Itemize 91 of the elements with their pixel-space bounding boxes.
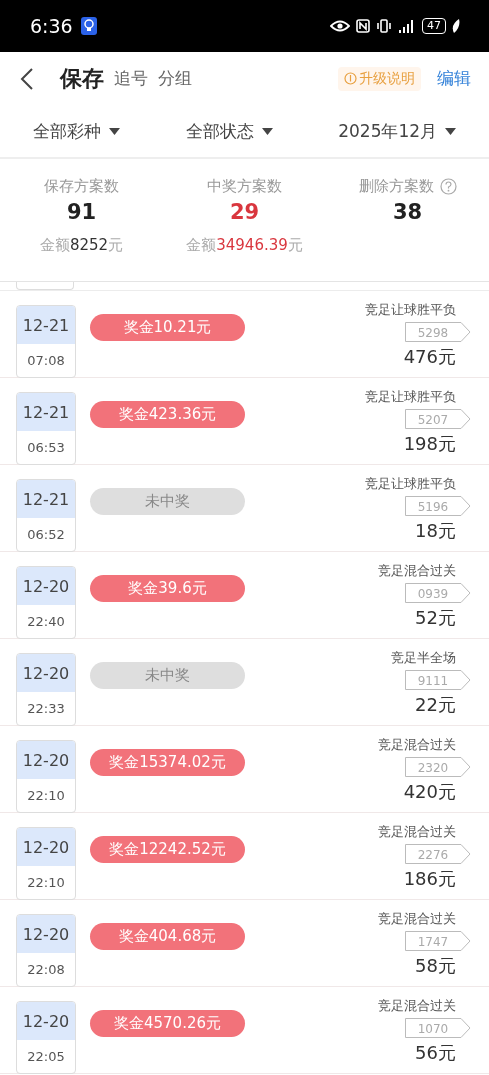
prize-badge: 未中奖	[90, 662, 245, 689]
record-time: 22:08	[26, 961, 66, 979]
record-time: 22:10	[26, 787, 66, 805]
stat-amount: 金额8252元	[39, 236, 124, 255]
prize-badge: 奖金404.68元	[90, 923, 245, 950]
stake-amount: 18元	[415, 519, 456, 543]
leaf-icon	[452, 19, 461, 33]
record-row[interactable]: 12-20 22:10 奖金15374.02元 竞足混合过关 2320 420元	[0, 726, 489, 813]
record-row[interactable]: 12-21 06:52 未中奖 竞足让球胜平负 5196 18元	[0, 465, 489, 552]
caret-icon	[261, 127, 273, 135]
game-type: 竞足混合过关	[378, 910, 456, 928]
prize-badge: 奖金39.6元	[90, 575, 245, 602]
signal-icon	[398, 19, 416, 33]
prize-badge: 未中奖	[90, 488, 245, 515]
stake-amount: 198元	[403, 432, 456, 456]
prize-badge: 奖金423.36元	[90, 401, 245, 428]
filter-dropdown[interactable]: 全部彩种	[28, 115, 124, 147]
prize-badge: 奖金10.21元	[90, 314, 245, 341]
eye-icon	[330, 20, 350, 32]
record-row[interactable]: 12-21 06:53 奖金423.36元 竞足让球胜平负 5207 198元	[0, 378, 489, 465]
record-date: 12-21	[17, 306, 75, 344]
stat-label: 中奖方案数	[207, 177, 282, 196]
record-row[interactable]: 12-20 22:33 未中奖 竞足半全场 9111 22元	[0, 639, 489, 726]
stat-amount: 金额34946.39元	[186, 236, 303, 255]
battery-level: 47	[422, 18, 446, 34]
stat-label: 保存方案数	[44, 177, 119, 196]
record-time: 22:33	[26, 700, 66, 718]
stake-amount: 56元	[415, 1041, 456, 1065]
code-tag: 5207	[405, 409, 471, 429]
game-type: 竞足混合过关	[378, 997, 456, 1015]
edit-link[interactable]: 编辑	[437, 67, 471, 90]
record-time: 22:40	[26, 613, 66, 631]
game-type: 竞足混合过关	[378, 562, 456, 580]
code-tag: 5298	[405, 322, 471, 342]
stake-amount: 186元	[403, 867, 456, 891]
prize-badge: 奖金15374.02元	[90, 749, 245, 776]
code-tag: 1747	[405, 931, 471, 951]
nfc-icon	[356, 19, 370, 33]
record-date: 12-20	[17, 741, 75, 779]
stat-value: 91	[66, 200, 97, 224]
game-type: 竞足让球胜平负	[365, 475, 456, 493]
header-tab[interactable]: 分组	[158, 67, 192, 90]
stake-amount: 52元	[415, 606, 456, 630]
game-type: 竞足混合过关	[378, 823, 456, 841]
record-date: 12-20	[17, 828, 75, 866]
record-time: 06:52	[26, 526, 66, 544]
record-time: 22:10	[26, 874, 66, 892]
record-date: 12-20	[17, 654, 75, 692]
header-tab[interactable]: 追号	[114, 67, 148, 90]
code-tag: 1070	[405, 1018, 471, 1038]
code-tag: 2320	[405, 757, 471, 777]
stake-amount: 22元	[415, 693, 456, 717]
record-time: 07:08	[26, 352, 66, 370]
record-row[interactable]: 12-20 22:05 奖金4570.26元 竞足混合过关 1070 56元	[0, 987, 489, 1074]
game-type: 竞足混合过关	[378, 736, 456, 754]
record-row[interactable]: 12-20 22:40 奖金39.6元 竞足混合过关 0939 52元	[0, 552, 489, 639]
stake-amount: 420元	[403, 780, 456, 804]
code-tag: 5196	[405, 496, 471, 516]
code-tag: 9111	[405, 670, 471, 690]
record-row[interactable]: 12-20 22:08 奖金404.68元 竞足混合过关 1747 58元	[0, 900, 489, 987]
info-icon	[344, 72, 357, 85]
prize-badge: 奖金12242.52元	[90, 836, 245, 863]
status-time: 6:36	[30, 15, 73, 37]
bulb-icon	[80, 17, 97, 35]
record-date: 12-21	[17, 393, 75, 431]
record-date: 12-20	[17, 915, 75, 953]
record-date: 12-21	[17, 480, 75, 518]
back-icon[interactable]	[20, 67, 34, 90]
record-date: 12-20	[17, 1002, 75, 1040]
record-time: 06:53	[26, 439, 66, 457]
page-title: 保存	[60, 64, 104, 93]
filter-dropdown[interactable]: 2025年12月	[334, 115, 461, 147]
stake-amount: 58元	[415, 954, 456, 978]
record-time: 22:05	[26, 1048, 66, 1066]
stat-value: 29	[229, 200, 260, 224]
record-row[interactable]: 12-20 22:10 奖金12242.52元 竞足混合过关 2276 186元	[0, 813, 489, 900]
game-type: 竞足让球胜平负	[365, 388, 456, 406]
record-date: 12-20	[17, 567, 75, 605]
caret-icon	[108, 127, 120, 135]
stake-amount: 476元	[403, 345, 456, 369]
record-row[interactable]: 12-21 07:08 奖金10.21元 竞足让球胜平负 5298 476元	[0, 291, 489, 378]
vibrate-icon	[376, 19, 392, 33]
filter-dropdown[interactable]: 全部状态	[181, 115, 277, 147]
game-type: 竞足半全场	[391, 649, 456, 667]
code-tag: 0939	[405, 583, 471, 603]
code-tag: 2276	[405, 844, 471, 864]
game-type: 竞足让球胜平负	[365, 301, 456, 319]
caret-icon	[445, 127, 457, 135]
prize-badge: 奖金4570.26元	[90, 1010, 245, 1037]
stat-value: 38	[392, 200, 423, 224]
stat-label: 删除方案数	[358, 177, 434, 196]
